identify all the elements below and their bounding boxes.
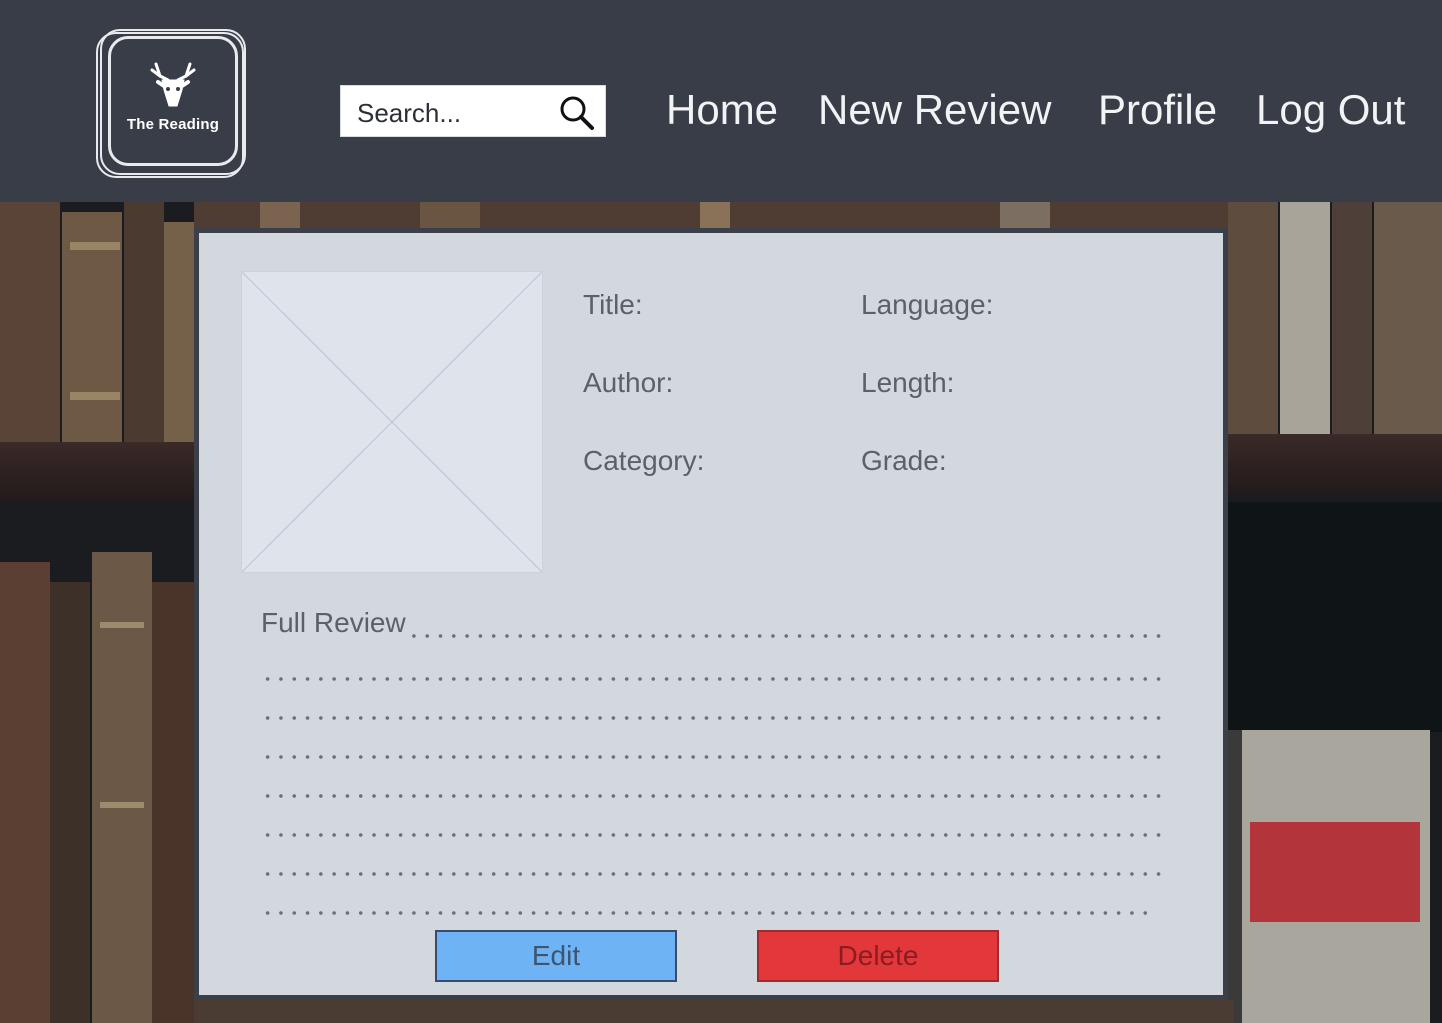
nav-log-out[interactable]: Log Out: [1256, 84, 1405, 136]
search-icon: [560, 96, 594, 130]
review-card: Title: Author: Category: Language: Lengt…: [194, 228, 1228, 1000]
review-line: [261, 846, 1167, 885]
dotted-line: [261, 793, 1167, 799]
search-box: [340, 85, 606, 137]
top-header: The Reading Home New Review Profile Log …: [0, 0, 1442, 202]
nav-new-review[interactable]: New Review: [818, 84, 1051, 136]
review-line: [261, 807, 1167, 846]
review-line: [261, 768, 1167, 807]
review-line: [261, 729, 1167, 768]
dotted-line: [261, 871, 1167, 877]
dotted-line: [261, 832, 1167, 838]
review-line: [261, 690, 1167, 729]
edit-button[interactable]: Edit: [435, 930, 677, 982]
deer-logo-icon: [150, 62, 196, 107]
dotted-line: [261, 910, 1147, 916]
search-button[interactable]: [557, 93, 597, 133]
dotted-line: [261, 676, 1167, 682]
logo-text: The Reading: [126, 116, 220, 133]
field-title-label: Title:: [583, 289, 643, 320]
field-language-label: Language:: [861, 289, 994, 320]
field-length-label: Length:: [861, 367, 955, 398]
site-logo[interactable]: The Reading: [96, 26, 250, 180]
dotted-line: [261, 754, 1167, 760]
search-input[interactable]: [355, 94, 559, 132]
field-grade-label: Grade:: [861, 445, 947, 476]
full-review-label: Full Review: [261, 607, 412, 638]
review-line: [261, 651, 1167, 690]
full-review-area: Full Review: [261, 601, 1167, 924]
review-line: [261, 885, 1167, 924]
review-line: Full Review: [261, 601, 1167, 651]
field-author-label: Author:: [583, 367, 674, 398]
book-cover-placeholder: [241, 271, 543, 573]
dotted-line: [261, 715, 1167, 721]
delete-button[interactable]: Delete: [757, 930, 999, 982]
image-placeholder-icon: [242, 272, 542, 572]
nav-home[interactable]: Home: [666, 84, 778, 136]
nav-profile[interactable]: Profile: [1098, 84, 1217, 136]
field-category-label: Category:: [583, 445, 705, 476]
